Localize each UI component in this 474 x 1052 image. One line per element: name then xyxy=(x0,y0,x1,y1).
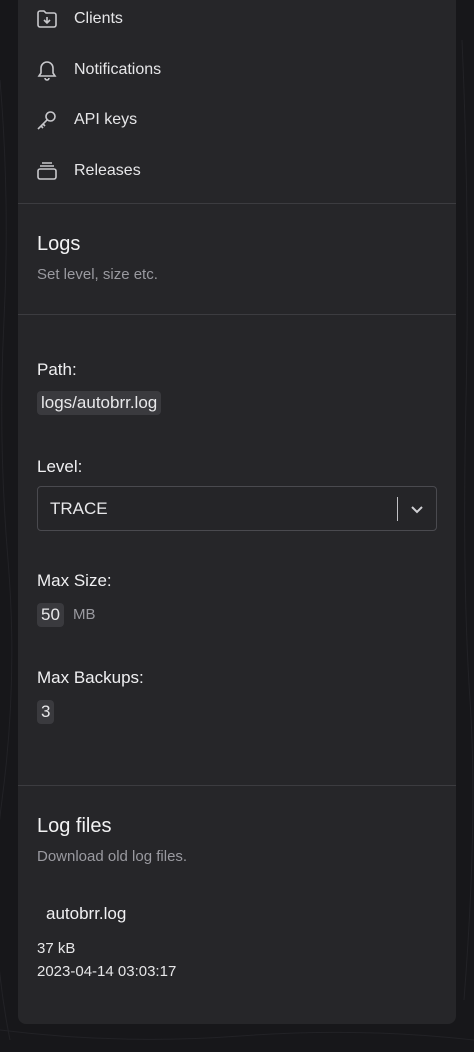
max-size-value: 50 xyxy=(37,603,64,627)
path-value: logs/autobrr.log xyxy=(37,391,162,415)
level-select[interactable]: TRACE xyxy=(37,486,437,531)
path-label: Path: xyxy=(37,360,77,379)
logs-section-title: Logs xyxy=(37,233,81,255)
sidebar-item-label: Clients xyxy=(74,10,123,27)
max-size-unit: MB xyxy=(73,606,96,623)
log-file-download-link[interactable]: autobrr.log xyxy=(46,904,126,924)
level-selected-value: TRACE xyxy=(50,498,108,518)
settings-panel: Clients Notifications API keys Releases … xyxy=(18,0,456,1024)
bell-icon xyxy=(34,57,60,83)
logs-section-description: Set level, size etc. xyxy=(37,266,158,283)
folder-download-icon xyxy=(34,6,60,32)
archive-stack-icon xyxy=(34,158,60,184)
level-label: Level: xyxy=(37,457,83,476)
max-backups-value: 3 xyxy=(37,700,55,724)
max-backups-label: Max Backups: xyxy=(37,668,144,687)
log-file-modified: 2023-04-14 03:03:17 xyxy=(37,963,177,980)
key-icon xyxy=(34,107,60,133)
divider xyxy=(18,785,456,786)
log-file-size: 37 kB xyxy=(37,940,76,957)
sidebar-item-label: Notifications xyxy=(74,61,162,78)
sidebar-item-api-keys[interactable]: API keys xyxy=(34,102,440,138)
sidebar-item-label: API keys xyxy=(74,111,138,128)
chevron-down-icon[interactable] xyxy=(398,501,436,517)
max-size-label: Max Size: xyxy=(37,571,112,590)
sidebar-item-clients[interactable]: Clients xyxy=(34,1,440,37)
sidebar-item-label: Releases xyxy=(74,162,141,179)
sidebar-item-releases[interactable]: Releases xyxy=(34,153,440,189)
divider xyxy=(18,314,456,315)
sidebar-item-notifications[interactable]: Notifications xyxy=(34,52,440,88)
divider xyxy=(18,203,456,204)
log-files-section-description: Download old log files. xyxy=(37,848,188,865)
log-files-section-title: Log files xyxy=(37,815,112,837)
